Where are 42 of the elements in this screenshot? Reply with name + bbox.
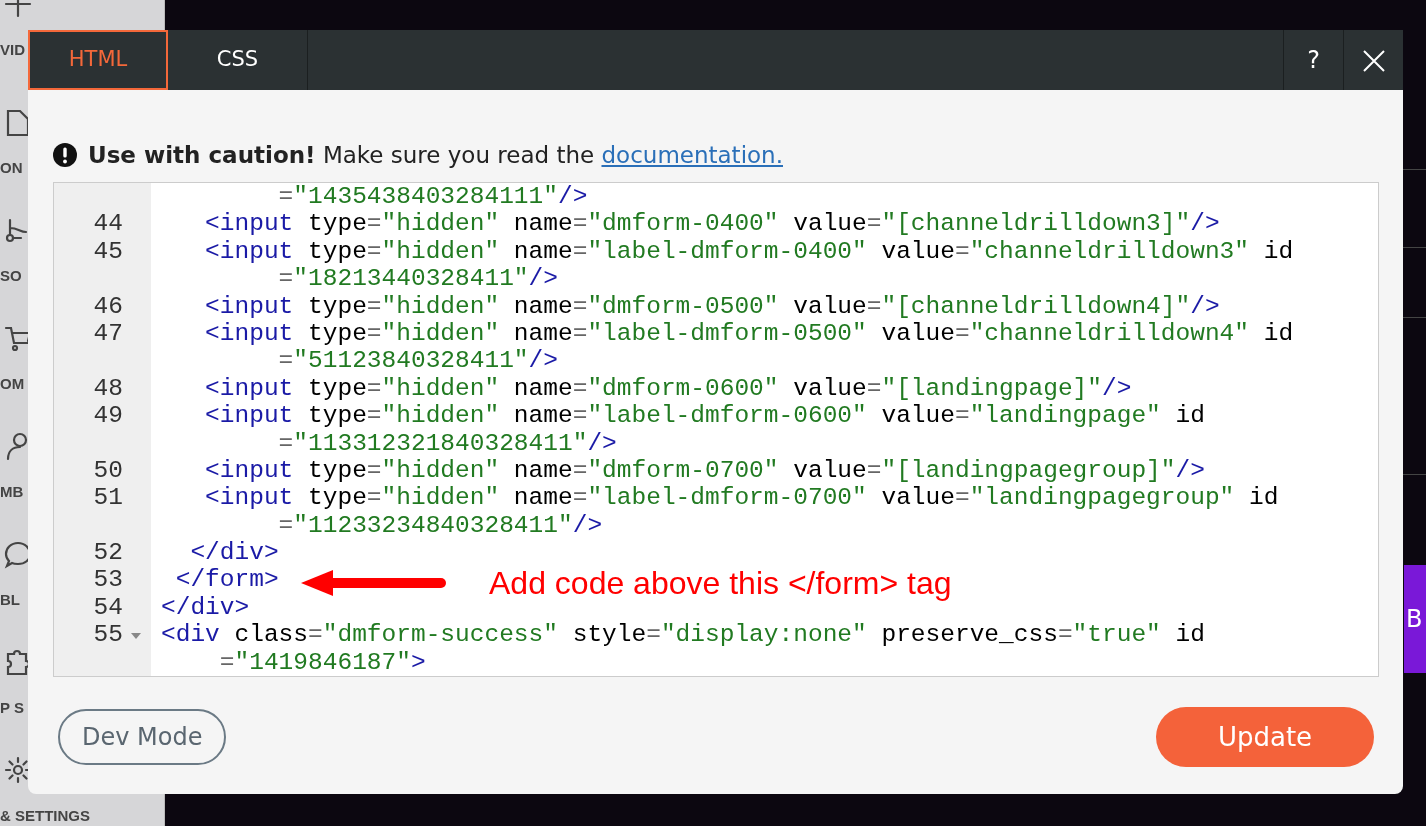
- code-line: ="1419846187">: [218, 648, 426, 676]
- fold-icon[interactable]: [131, 633, 141, 640]
- code-line: ="113312321840328411"/>: [277, 429, 617, 457]
- code-line: </form>: [174, 566, 279, 594]
- line-number: 52: [93, 539, 123, 567]
- line-number: 55: [93, 621, 123, 649]
- code-line: <input type="hidden" name="dmform-0700" value="[landingpagegroup]"/>: [204, 456, 1205, 485]
- action-button[interactable]: B: [1404, 565, 1426, 673]
- warning-text: Use with caution! Make sure you read the documentation.: [88, 140, 783, 170]
- line-number: 50: [93, 456, 123, 484]
- annotation-text: Add code above this </form> tag: [489, 564, 952, 603]
- tab[interactable]: CSS: [168, 30, 308, 90]
- line-number: 48: [93, 374, 123, 402]
- warning-icon: [52, 142, 78, 168]
- code-line: ="1435438403284111"/>: [277, 183, 588, 211]
- code-line: <input type="hidden" name="dmform-0500" value="[channeldrilldown4]"/>: [204, 292, 1220, 320]
- code-line: <input type="hidden" name="label-dmform-0700" value="landingpagegroup" id: [204, 484, 1279, 512]
- line-number: 54: [93, 593, 123, 621]
- tab[interactable]: HTML: [28, 30, 168, 90]
- code-line: <input type="hidden" name="dmform-0400" value="[channeldrilldown3]"/>: [204, 210, 1220, 238]
- code-line: ="18213440328411"/>: [277, 265, 558, 293]
- line-number: 51: [93, 484, 123, 512]
- code-line: ="11233234840328411"/>: [277, 511, 603, 540]
- code-line: <input type="hidden" name="dmform-0600" value="[landingpage]"/>: [204, 374, 1132, 403]
- code-line: </div>: [189, 539, 279, 567]
- line-number: 49: [93, 402, 123, 430]
- dev-mode-button[interactable]: Dev Mode: [58, 709, 227, 765]
- sidebar-label[interactable]: & SETTINGS: [0, 806, 164, 826]
- line-number: 44: [93, 210, 123, 238]
- close-icon: [1361, 49, 1386, 73]
- code-line: <input type="hidden" name="label-dmform-0600" value="landingpage" id: [204, 402, 1205, 430]
- code-line: </div>: [160, 593, 250, 622]
- line-number: 45: [93, 237, 123, 265]
- line-number: 53: [93, 566, 123, 594]
- code-line: ="51123840328411"/>: [277, 347, 558, 375]
- documentation-link[interactable]: documentation.: [601, 141, 783, 168]
- help-button[interactable]: ?: [1283, 30, 1343, 90]
- line-number: 46: [93, 292, 123, 320]
- code-line: <input type="hidden" name="label-dmform-0400" value="channeldrilldown3" id: [204, 237, 1294, 266]
- code-line: <input type="hidden" name="label-dmform-0500" value="channeldrilldown4" id: [204, 319, 1294, 348]
- line-number: 47: [93, 319, 123, 347]
- code-line: <div class="dmform-success" style="display:none" preserve_css="true" id: [160, 621, 1205, 649]
